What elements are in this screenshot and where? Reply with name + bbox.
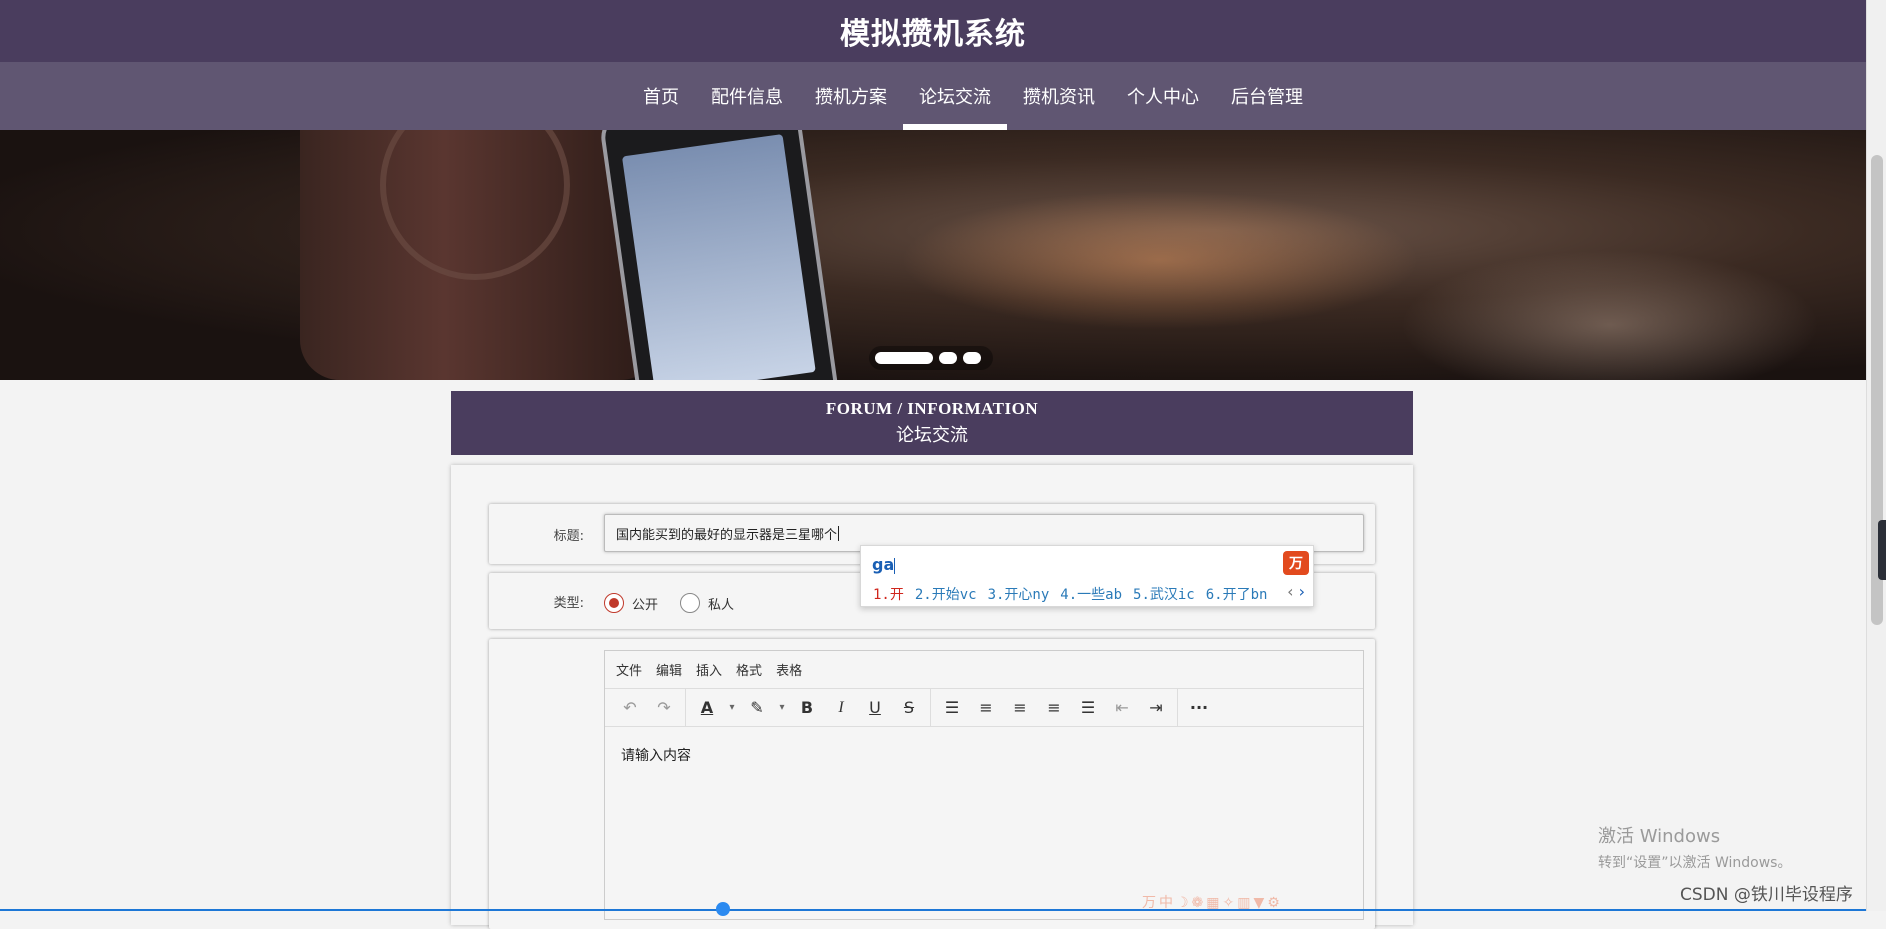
csdn-watermark: CSDN @铁川毕设程序	[1680, 885, 1853, 905]
toolbar-divider	[685, 688, 686, 727]
text-color-icon[interactable]: A	[690, 693, 724, 723]
section-title-en: FORUM / INFORMATION	[825, 399, 1039, 418]
type-radio-public[interactable]: 公开	[604, 593, 658, 613]
undo-icon[interactable]: ↶	[613, 693, 647, 723]
text-caret	[838, 525, 840, 541]
site-header: 模拟攒机系统	[0, 0, 1866, 62]
ime-candidate[interactable]: 5.武汉ic	[1133, 584, 1195, 604]
nav-item-forum[interactable]: 论坛交流	[903, 62, 1007, 130]
outdent-icon[interactable]: ⇤	[1105, 693, 1139, 723]
editor-placeholder: 请输入内容	[621, 748, 691, 764]
editor-content[interactable]: 请输入内容	[605, 727, 1363, 783]
type-label: 类型:	[553, 596, 584, 611]
banner-light	[900, 190, 1420, 330]
indent-icon[interactable]: ⇥	[1139, 693, 1173, 723]
ime-composition: ga	[872, 555, 896, 574]
nav-item-news[interactable]: 攒机资讯	[1007, 62, 1111, 130]
menu-format[interactable]: 格式	[736, 660, 762, 679]
ime-candidate[interactable]: 2.开始vc	[915, 584, 977, 604]
ime-candidate-popup: ga 万 1.开 2.开始vc 3.开心ny 4.一些ab 5.武汉ic 6.开…	[860, 545, 1314, 607]
nav-item-profile[interactable]: 个人中心	[1111, 62, 1215, 130]
align-left-icon[interactable]: ≡	[969, 693, 1003, 723]
carousel-indicators	[869, 346, 993, 370]
type-radio-group: 公开 私人	[604, 593, 734, 613]
menu-table[interactable]: 表格	[776, 660, 802, 679]
side-panel-tab[interactable]	[1878, 520, 1886, 580]
page-scrollbar[interactable]	[1866, 0, 1886, 911]
chevron-down-icon[interactable]: ▾	[724, 693, 740, 723]
menu-file[interactable]: 文件	[616, 660, 642, 679]
align-justify-icon[interactable]: ☰	[1071, 693, 1105, 723]
carousel-dot[interactable]	[875, 352, 933, 364]
type-option-label: 公开	[632, 597, 659, 613]
ime-logo-icon: 万	[1283, 551, 1309, 575]
title-label: 标题:	[553, 529, 584, 544]
ime-candidate[interactable]: 1.开	[873, 584, 904, 604]
ime-candidate[interactable]: 3.开心ny	[988, 584, 1050, 604]
chevron-left-icon[interactable]: ‹	[1287, 582, 1293, 601]
section-title-cn: 论坛交流	[896, 425, 968, 445]
highlight-icon[interactable]: ✎	[740, 693, 774, 723]
ime-candidate[interactable]: 4.一些ab	[1060, 584, 1122, 604]
align-right-icon[interactable]: ≡	[1037, 693, 1071, 723]
align-center-icon[interactable]: ≡	[1003, 693, 1037, 723]
more-icon[interactable]: ···	[1182, 693, 1216, 723]
ime-page-arrows: ‹ ›	[1287, 582, 1305, 601]
nav-item-admin[interactable]: 后台管理	[1215, 62, 1319, 130]
banner-carousel	[0, 130, 1866, 380]
strikethrough-icon[interactable]: S	[892, 693, 926, 723]
toolbar-divider	[930, 688, 931, 727]
drag-handle[interactable]	[716, 902, 730, 916]
bold-icon[interactable]: B	[790, 693, 824, 723]
italic-icon[interactable]: I	[824, 693, 858, 723]
type-radio-private[interactable]: 私人	[680, 593, 734, 613]
main-nav: 首页 配件信息 攒机方案 论坛交流 攒机资讯 个人中心 后台管理	[0, 62, 1866, 130]
activation-subtitle: 转到“设置”以激活 Windows。	[1598, 855, 1792, 871]
title-input-value: 国内能买到的最好的显示器是三星哪个	[616, 527, 838, 543]
nav-item-parts[interactable]: 配件信息	[695, 62, 799, 130]
bullet-list-icon[interactable]: ☰	[935, 693, 969, 723]
windows-activation-watermark: 激活 Windows 转到“设置”以激活 Windows。	[1598, 822, 1791, 872]
editor-toolbar: ↶ ↷ A ▾ ✎ ▾ B I U S ☰ ≡ ≡ ≡ ☰ ⇤ ⇥ ···	[605, 688, 1363, 727]
radio-unchecked-icon	[680, 593, 701, 613]
carousel-dot[interactable]	[939, 352, 957, 364]
type-option-label: 私人	[708, 597, 735, 613]
chevron-right-icon[interactable]: ›	[1299, 582, 1305, 601]
menu-edit[interactable]: 编辑	[656, 660, 682, 679]
section-header: FORUM / INFORMATION 论坛交流	[451, 391, 1413, 455]
chevron-down-icon[interactable]: ▾	[774, 693, 790, 723]
carousel-dot[interactable]	[963, 352, 981, 364]
editor-menubar: 文件 编辑 插入 格式 表格	[605, 651, 1363, 689]
redo-icon[interactable]: ↷	[647, 693, 681, 723]
nav-item-home[interactable]: 首页	[627, 62, 695, 130]
rich-text-editor: 文件 编辑 插入 格式 表格 ↶ ↷ A ▾ ✎ ▾ B I U S ☰ ≡ ≡…	[604, 650, 1364, 920]
radio-checked-icon	[604, 593, 624, 613]
ime-candidate[interactable]: 6.开了bn	[1206, 584, 1268, 604]
nav-item-build-plans[interactable]: 攒机方案	[799, 62, 903, 130]
activation-title: 激活 Windows	[1598, 826, 1721, 847]
banner-phone-image	[598, 130, 842, 380]
site-title: 模拟攒机系统	[840, 17, 1026, 52]
toolbar-divider	[1177, 688, 1178, 727]
ime-candidates: 1.开 2.开始vc 3.开心ny 4.一些ab 5.武汉ic 6.开了bn	[873, 584, 1267, 604]
underline-icon[interactable]: U	[858, 693, 892, 723]
banner-phone-screen	[621, 134, 816, 380]
banner-light	[1400, 250, 1820, 380]
menu-insert[interactable]: 插入	[696, 660, 722, 679]
